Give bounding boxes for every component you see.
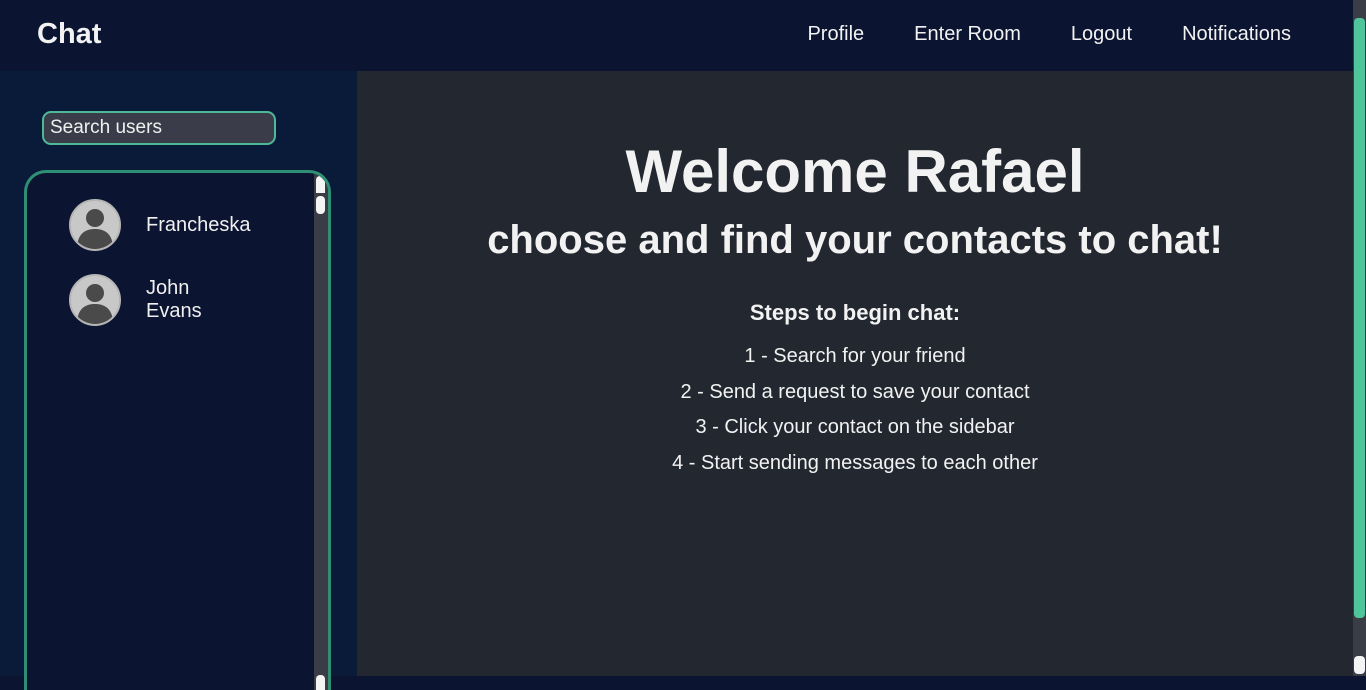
nav-notifications-link[interactable]: Notifications [1182, 22, 1291, 46]
page-scroll-thumb[interactable] [1354, 18, 1365, 618]
scroll-down-arrow-icon[interactable] [316, 675, 325, 690]
page-scroll-down-arrow-icon[interactable] [1354, 656, 1365, 674]
nav-logout-link[interactable]: Logout [1071, 22, 1132, 46]
top-navbar: Chat Profile Enter Room Logout Notificat… [0, 0, 1353, 71]
step-item: 2 - Send a request to save your contact [680, 381, 1030, 403]
sidebar: Francheska John Evans [0, 71, 357, 690]
scroll-up-arrow-icon[interactable] [316, 176, 325, 193]
page-scrollbar[interactable] [1353, 0, 1366, 676]
step-item: 1 - Search for your friend [744, 345, 966, 367]
nav-profile-link[interactable]: Profile [807, 22, 864, 46]
brand-title[interactable]: Chat [37, 17, 101, 51]
contact-name: Francheska [146, 213, 251, 236]
contact-name-last: Evans [146, 300, 202, 322]
main-welcome-area: Welcome Rafael choose and find your cont… [357, 71, 1353, 676]
step-item: 4 - Start sending messages to each other [672, 452, 1038, 474]
contact-item-john-evans[interactable]: John Evans [69, 274, 202, 326]
avatar [69, 199, 121, 251]
contacts-scrollbar[interactable] [314, 173, 328, 690]
contact-name-first: John [146, 277, 190, 299]
contact-item-francheska[interactable]: Francheska [69, 199, 251, 251]
avatar [69, 274, 121, 326]
nav-enter-room-link[interactable]: Enter Room [914, 22, 1021, 46]
user-silhouette-icon [77, 209, 113, 249]
steps-title: Steps to begin chat: [749, 300, 961, 325]
scroll-thumb[interactable] [316, 196, 325, 214]
welcome-heading: Welcome Rafael [625, 138, 1085, 205]
welcome-subtitle: choose and find your contacts to chat! [487, 218, 1223, 262]
search-users-input[interactable] [42, 111, 276, 145]
user-silhouette-icon [77, 284, 113, 324]
step-item: 3 - Click your contact on the sidebar [695, 416, 1015, 438]
contact-name: John Evans [146, 277, 202, 323]
contacts-panel: Francheska John Evans [24, 170, 331, 690]
nav-links: Profile Enter Room Logout Notifications [757, 22, 1291, 46]
